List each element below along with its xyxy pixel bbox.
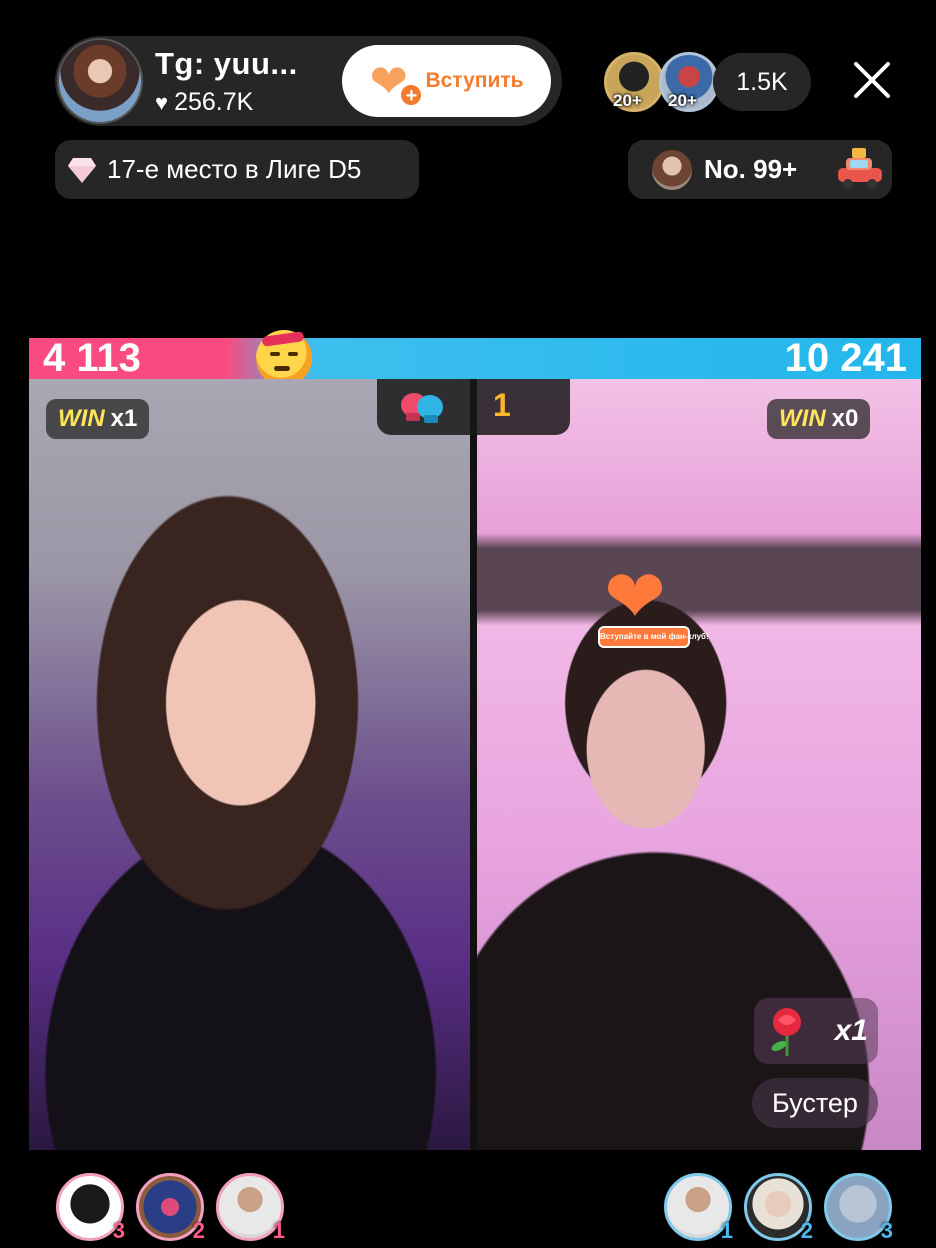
battle-score-bar: 4 113 10 241 (29, 338, 921, 379)
viewer-level-badge: 20+ (668, 91, 697, 110)
left-team-score: 4 113 (43, 336, 141, 380)
join-button-label: Вступить (425, 69, 524, 92)
battle-round-panel[interactable]: 1 (377, 379, 570, 435)
video-divider (470, 379, 477, 1150)
win-count: x0 (831, 405, 859, 432)
left-supporter-avatar[interactable]: 3 (56, 1173, 125, 1243)
left-supporter-avatar[interactable]: 1 (216, 1173, 285, 1243)
supporter-rank: 2 (800, 1218, 813, 1243)
fan-club-tag: Вступайте в мой фан-клуб! (598, 626, 709, 648)
round-number: 1 (493, 387, 511, 423)
supporter-rank: 2 (192, 1218, 205, 1243)
diamond-icon (68, 157, 96, 183)
host-likes-count: 256.7K (174, 88, 254, 116)
rank-text: No. 99+ (704, 154, 798, 184)
gift-multiplier: x1 (834, 1014, 868, 1047)
league-rank-pill[interactable]: 17-е место в Лиге D5 (55, 140, 419, 199)
rose-icon (771, 1008, 801, 1056)
host-avatar[interactable] (57, 38, 143, 124)
close-icon[interactable] (852, 60, 892, 100)
win-count: x1 (110, 405, 138, 432)
right-win-streak: WIN x0 (767, 399, 871, 439)
host-likes: ♥ 256.7K (155, 88, 253, 117)
league-rank-text: 17-е место в Лиге D5 (107, 154, 362, 184)
join-fan-club-button[interactable]: ❤ + Вступить (342, 45, 551, 117)
gloves-icon (401, 393, 443, 423)
supporter-rank: 3 (112, 1218, 125, 1243)
left-win-streak: WIN x1 (46, 399, 150, 439)
supporter-rank: 3 (880, 1218, 893, 1243)
top-viewer-avatar[interactable]: 20+ (659, 52, 719, 112)
booster-button[interactable]: Бустер (752, 1078, 878, 1128)
gift-badge[interactable]: x1 (754, 998, 878, 1064)
right-team-score: 10 241 (784, 336, 907, 380)
top-viewer-avatar[interactable]: 20+ (604, 52, 664, 112)
right-supporter-avatar[interactable]: 3 (824, 1173, 893, 1243)
host-name[interactable]: Tg: yuu... (155, 46, 298, 82)
fan-club-heart-sticker[interactable]: ❤ Вступайте в мой фан-клуб! (594, 555, 709, 652)
right-supporter-avatar[interactable]: 2 (744, 1173, 813, 1243)
win-label: WIN (779, 405, 826, 432)
supporter-rank: 1 (720, 1218, 733, 1243)
viewer-level-badge: 20+ (613, 91, 642, 110)
rank-avatar (652, 149, 692, 190)
host-info-pill[interactable]: Tg: yuu... ♥ 256.7K ❤ + Вступить (55, 36, 562, 126)
viewer-count[interactable]: 1.5K (713, 53, 811, 111)
left-streamer-video[interactable] (29, 379, 470, 1150)
car-icon (838, 148, 882, 189)
right-supporter-avatar[interactable]: 1 (664, 1173, 733, 1243)
left-supporter-avatar[interactable]: 2 (136, 1173, 205, 1243)
supporter-rank: 1 (272, 1218, 285, 1243)
fan-heart-icon: ❤ + (369, 58, 424, 107)
angry-emoji-icon (256, 330, 312, 386)
heart-icon: ♥ (155, 89, 169, 115)
hourly-rank-pill[interactable]: No. 99+ (628, 140, 892, 199)
heart-icon: ❤ (604, 555, 667, 638)
win-label: WIN (58, 405, 105, 432)
